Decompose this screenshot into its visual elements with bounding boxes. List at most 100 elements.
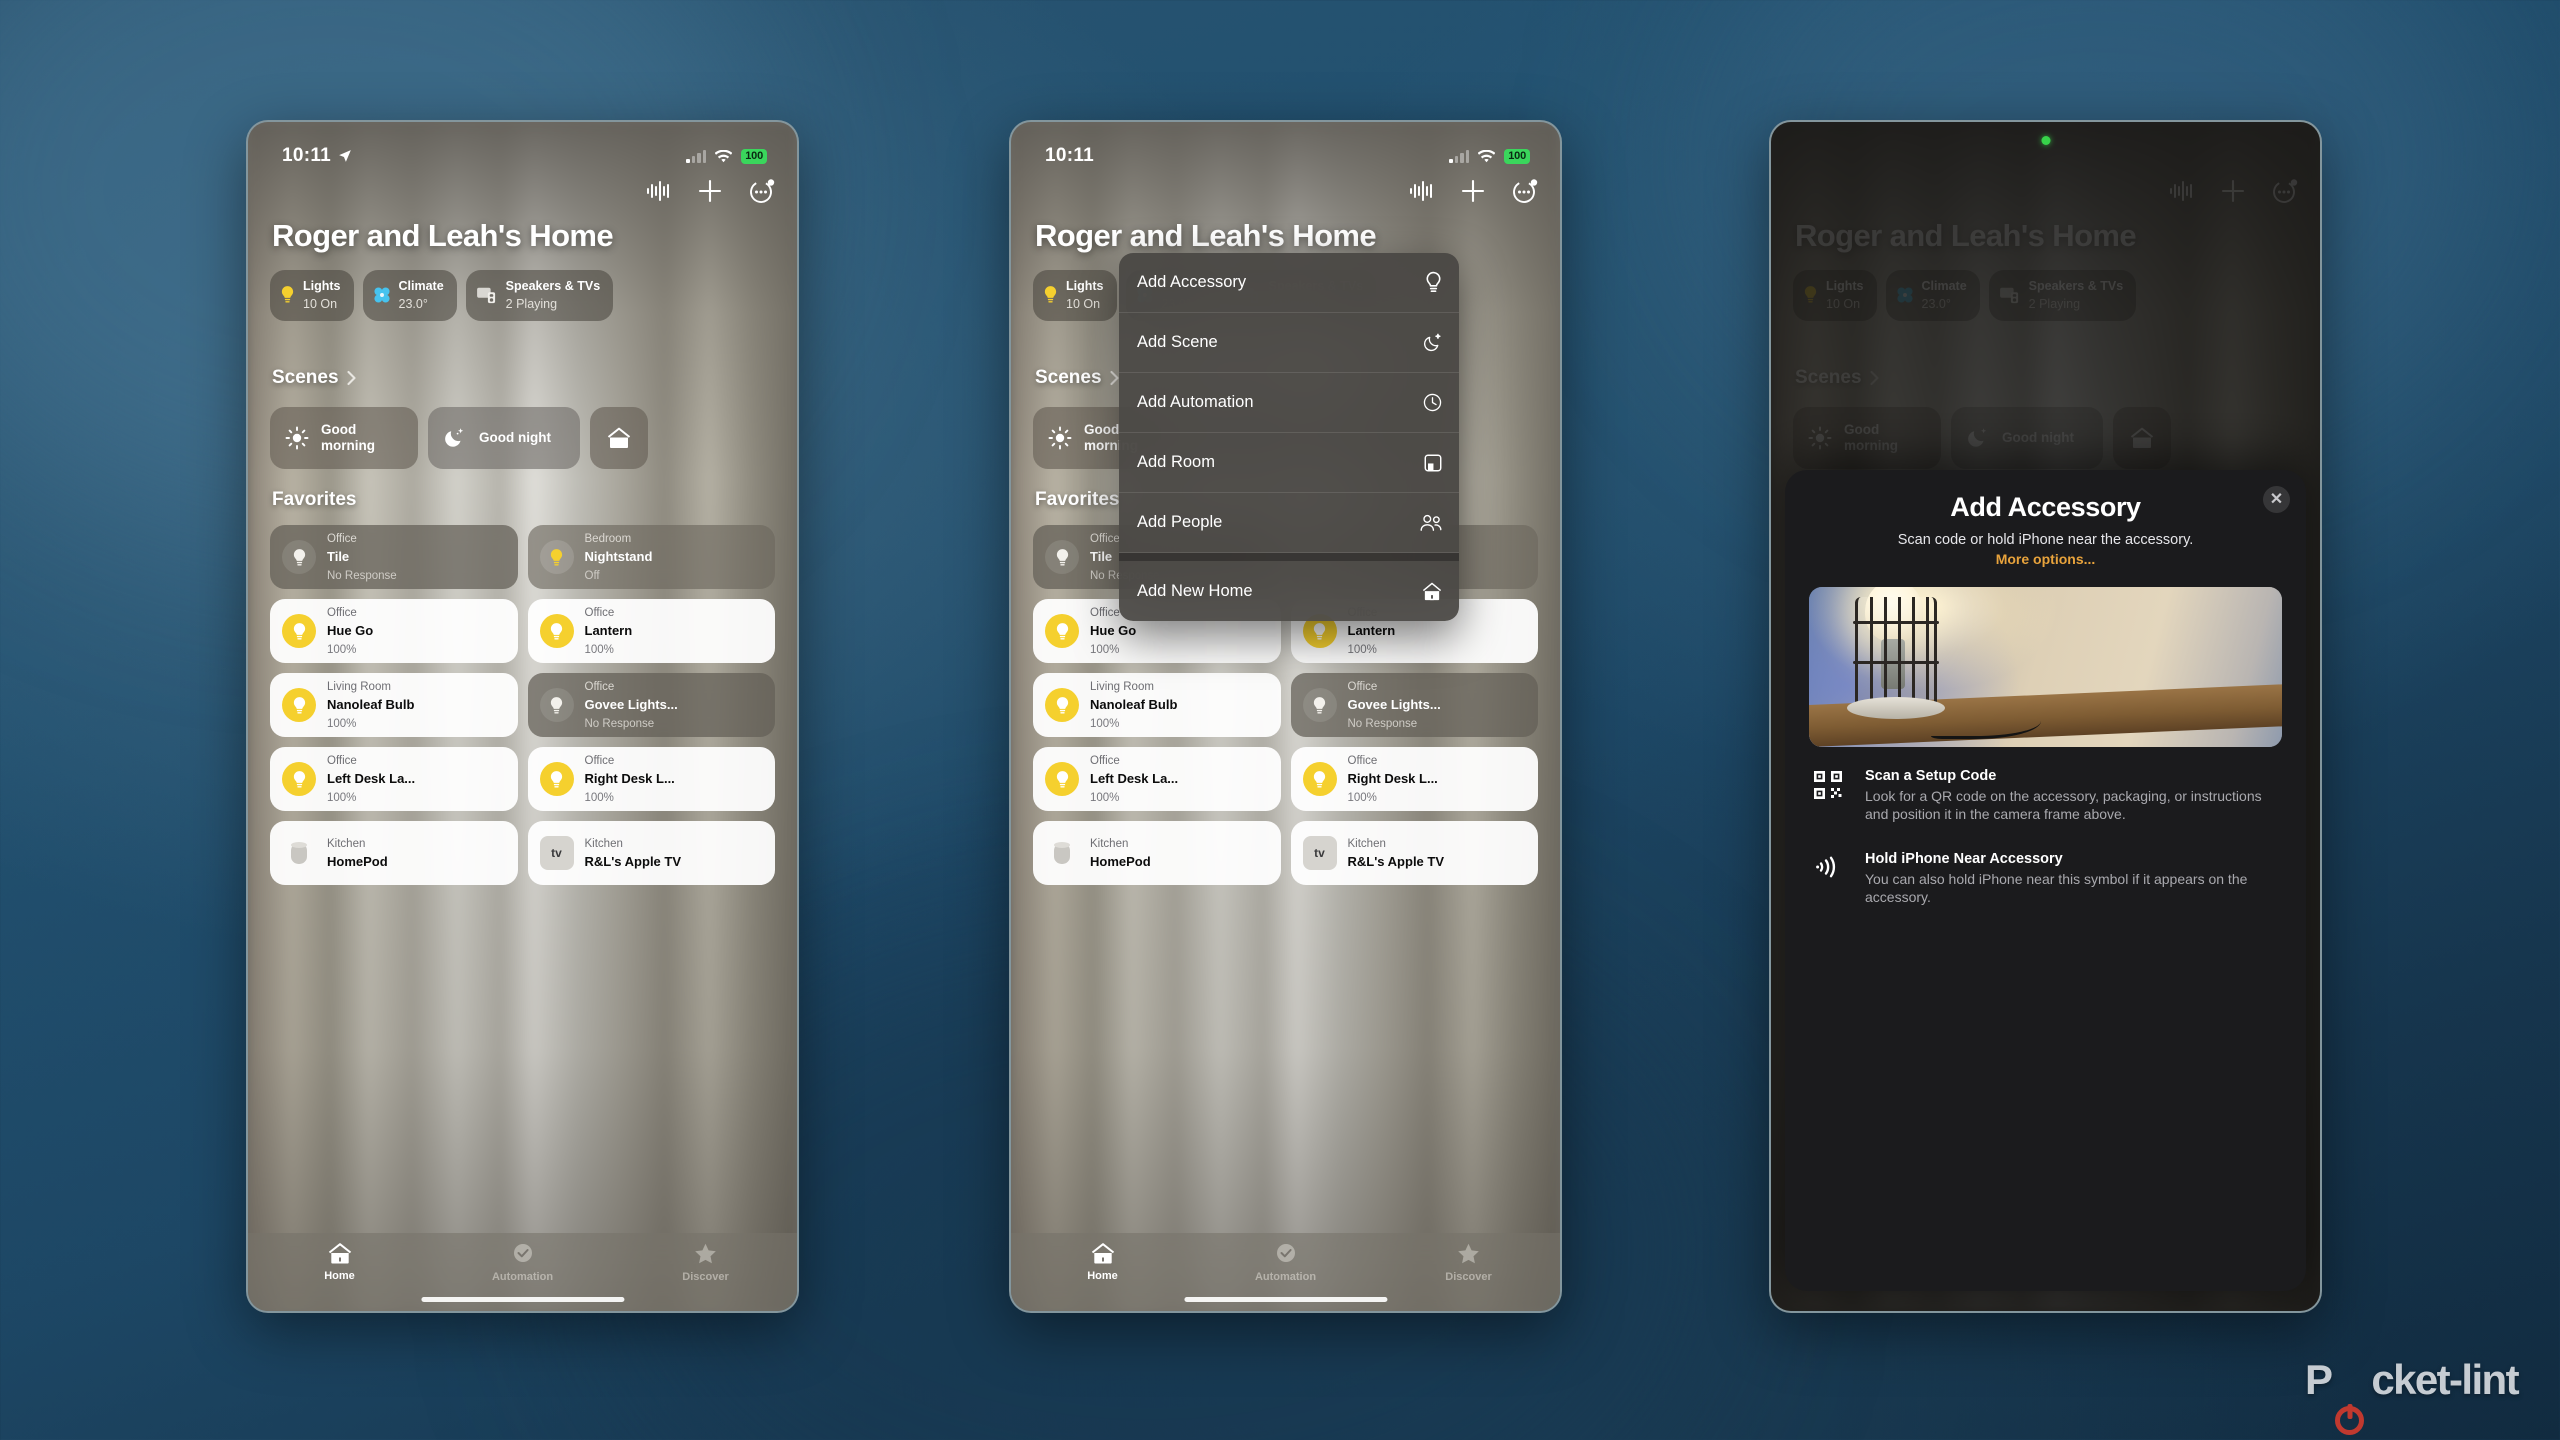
favorite-tile[interactable]: tv Kitchen R&L's Apple TV bbox=[527, 821, 775, 885]
favorite-tile[interactable]: Office Tile No Response bbox=[270, 525, 518, 589]
favorite-tile[interactable]: Office Left Desk La... 100% bbox=[1033, 747, 1281, 811]
tile-info: Kitchen HomePod bbox=[327, 834, 388, 871]
menu-item-add-accessory[interactable]: Add Accessory bbox=[1119, 253, 1459, 313]
add-accessory-sheet: ✕ Add Accessory Scan code or hold iPhone… bbox=[1785, 470, 2306, 1291]
menu-item-add-people[interactable]: Add People bbox=[1119, 493, 1459, 553]
phone-screenshot-add-menu: 10:11 100 Roger and Leah's Home Lights 1… bbox=[1009, 120, 1562, 1313]
status-bar-right: 100 bbox=[686, 148, 767, 164]
pill-text: Climate 23.0° bbox=[399, 277, 444, 313]
tile-info: Office Right Desk L... 100% bbox=[1348, 751, 1438, 807]
appletv-icon: tv bbox=[539, 836, 574, 870]
tile-info: Office Left Desk La... 100% bbox=[1090, 751, 1178, 807]
scene-good-morning[interactable]: Good morning bbox=[270, 407, 418, 469]
tile-name: Hue Go bbox=[327, 622, 374, 638]
plus-icon[interactable] bbox=[697, 178, 723, 204]
lightbulb-icon bbox=[1045, 540, 1079, 574]
tile-state: Off bbox=[584, 570, 600, 583]
tab-home[interactable]: Home bbox=[248, 1242, 431, 1282]
lightbulb-icon bbox=[282, 688, 316, 722]
favorite-tile[interactable]: Office Right Desk L... 100% bbox=[527, 747, 775, 811]
close-icon[interactable]: ✕ bbox=[2263, 486, 2290, 513]
hint-hold-iphone-near: Hold iPhone Near Accessory You can also … bbox=[1785, 850, 2306, 907]
tile-info: Office Tile No Response bbox=[327, 529, 397, 585]
wifi-icon bbox=[715, 149, 733, 162]
cellular-signal-icon bbox=[686, 149, 707, 163]
tile-name: Nanoleaf Bulb bbox=[327, 696, 415, 712]
pill-climate[interactable]: Climate 23.0° bbox=[362, 270, 457, 321]
tile-room: Living Room bbox=[327, 681, 391, 694]
camera-preview-lamp-cage bbox=[1853, 597, 1939, 707]
favorite-tile[interactable]: Kitchen HomePod bbox=[270, 821, 518, 885]
pill-label: Lights bbox=[303, 279, 341, 293]
tab-discover[interactable]: Discover bbox=[614, 1242, 797, 1283]
audio-waveform-icon[interactable] bbox=[1410, 180, 1434, 202]
lightbulb-icon bbox=[1302, 688, 1337, 722]
page-title: Roger and Leah's Home bbox=[272, 218, 614, 253]
pill-speakers-tvs[interactable]: Speakers & TVs 2 Playing bbox=[465, 270, 614, 321]
home-app-screen: 10:11 100 Roger and Leah's Home Lights 1… bbox=[248, 122, 797, 1311]
audio-waveform-icon[interactable] bbox=[647, 180, 671, 202]
tile-room: Office bbox=[584, 755, 615, 768]
favorite-tile[interactable]: Office Govee Lights... No Response bbox=[1290, 673, 1538, 737]
more-options-link[interactable]: More options... bbox=[1785, 551, 2306, 567]
people-icon bbox=[1420, 514, 1442, 531]
tab-home[interactable]: Home bbox=[1011, 1242, 1194, 1282]
lightbulb-icon bbox=[539, 614, 574, 648]
pill-value: 23.0° bbox=[398, 296, 428, 311]
hint-heading: Hold iPhone Near Accessory bbox=[1865, 850, 2063, 867]
menu-item-add-new-home[interactable]: Add New Home bbox=[1119, 561, 1459, 621]
tile-info: Office Govee Lights... No Response bbox=[1348, 677, 1441, 733]
tab-label: Discover bbox=[682, 1271, 729, 1283]
camera-preview bbox=[1809, 587, 2282, 747]
room-icon bbox=[1424, 454, 1442, 471]
pill-text: Speakers & TVs 2 Playing bbox=[506, 277, 601, 313]
battery-badge: 100 bbox=[741, 148, 767, 164]
home-app-screen-dimmed: Roger and Leah's Home Lights 10 On Clima… bbox=[1771, 122, 2320, 1311]
tab-automation[interactable]: Automation bbox=[431, 1242, 614, 1283]
scene-home[interactable] bbox=[590, 407, 648, 469]
menu-item-label: Add Scene bbox=[1137, 333, 1218, 351]
more-options-icon[interactable] bbox=[1512, 178, 1538, 204]
tile-info: Office Hue Go 100% bbox=[327, 603, 373, 659]
pill-label: Lights bbox=[1066, 279, 1104, 293]
favorite-tile[interactable]: Bedroom Nightstand Off bbox=[527, 525, 775, 589]
favorite-tile[interactable]: Living Room Nanoleaf Bulb 100% bbox=[1033, 673, 1281, 737]
menu-item-add-automation[interactable]: Add Automation bbox=[1119, 373, 1459, 433]
favorite-tile[interactable]: Kitchen HomePod bbox=[1033, 821, 1281, 885]
tab-label: Discover bbox=[1445, 1271, 1492, 1283]
tab-label: Home bbox=[324, 1270, 355, 1282]
tile-room: Office bbox=[1090, 755, 1120, 768]
plus-icon[interactable] bbox=[1460, 178, 1486, 204]
tile-name: HomePod bbox=[327, 854, 388, 869]
scenes-header[interactable]: Scenes bbox=[272, 367, 357, 389]
pill-lights[interactable]: Lights 10 On bbox=[1033, 270, 1117, 321]
status-bar: 10:11 100 bbox=[248, 122, 797, 176]
favorite-tile[interactable]: Living Room Nanoleaf Bulb 100% bbox=[270, 673, 518, 737]
lightbulb-icon bbox=[539, 688, 574, 722]
lightbulb-icon bbox=[1045, 762, 1079, 796]
tile-state: 100% bbox=[327, 644, 357, 657]
favorite-tile[interactable]: Office Hue Go 100% bbox=[270, 599, 518, 663]
more-options-icon[interactable] bbox=[749, 178, 775, 204]
phone-screenshot-add-accessory: Roger and Leah's Home Lights 10 On Clima… bbox=[1769, 120, 2322, 1313]
favorite-tile[interactable]: Office Left Desk La... 100% bbox=[270, 747, 518, 811]
favorites-header: Favorites bbox=[1035, 489, 1119, 511]
pill-lights[interactable]: Lights 10 On bbox=[270, 270, 354, 321]
tab-automation[interactable]: Automation bbox=[1194, 1242, 1377, 1283]
favorite-tile[interactable]: tv Kitchen R&L's Apple TV bbox=[1290, 821, 1538, 885]
tile-state: 100% bbox=[1090, 792, 1120, 805]
favorite-tile[interactable]: Office Govee Lights... No Response bbox=[527, 673, 775, 737]
sun-icon bbox=[1048, 426, 1072, 450]
tab-discover[interactable]: Discover bbox=[1377, 1242, 1560, 1283]
scenes-header[interactable]: Scenes bbox=[1035, 367, 1120, 389]
category-pills: Lights 10 On Climate 23.0° Speakers & TV… bbox=[270, 270, 797, 321]
favorite-tile[interactable]: Office Lantern 100% bbox=[527, 599, 775, 663]
pill-value: 2 Playing bbox=[505, 296, 558, 311]
favorite-tile[interactable]: Office Right Desk L... 100% bbox=[1290, 747, 1538, 811]
menu-item-add-scene[interactable]: Add Scene bbox=[1119, 313, 1459, 373]
hint-body: Look for a QR code on the accessory, pac… bbox=[1865, 788, 2262, 823]
menu-item-add-room[interactable]: Add Room bbox=[1119, 433, 1459, 493]
green-recording-dot bbox=[2041, 136, 2050, 145]
lightbulb-icon bbox=[282, 614, 316, 648]
scene-good-night[interactable]: Good night bbox=[428, 407, 580, 469]
